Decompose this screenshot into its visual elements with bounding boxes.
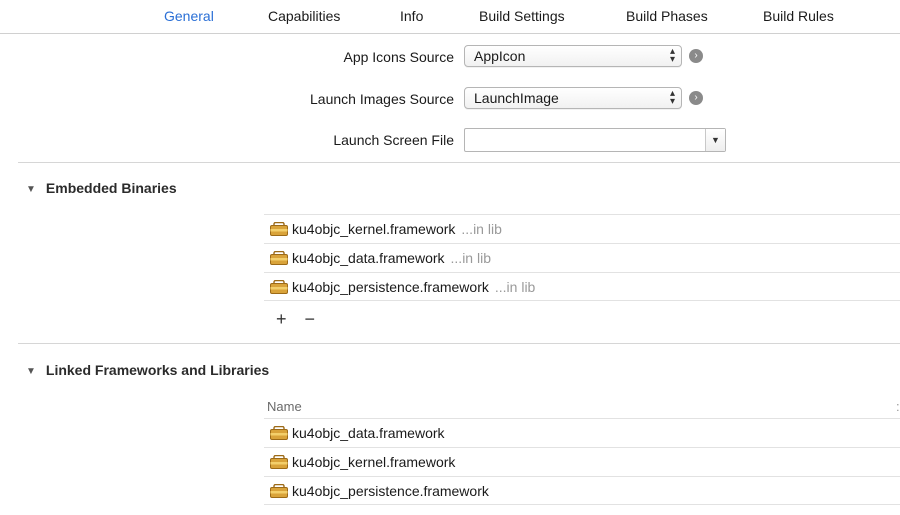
- toolbox-icon: [270, 484, 288, 498]
- list-item[interactable]: ku4objc_kernel.framework: [264, 447, 900, 476]
- toolbox-icon: [270, 455, 288, 469]
- framework-name: ku4objc_persistence.framework: [292, 483, 489, 499]
- stepper-arrows-icon: ▴ ▾: [669, 46, 675, 65]
- list-edit-controls: + −: [276, 309, 333, 330]
- disclosure-triangle-icon[interactable]: ▼: [26, 184, 36, 195]
- framework-name: ku4objc_kernel.framework: [292, 454, 456, 470]
- tab-info[interactable]: Info: [400, 8, 423, 24]
- column-header-name[interactable]: Name :: [264, 396, 900, 417]
- embedded-binaries-header[interactable]: ▼ Embedded Binaries: [26, 180, 177, 196]
- toolbox-icon: [270, 222, 288, 236]
- framework-name: ku4objc_data.framework: [292, 250, 445, 266]
- toolbox-icon: [270, 426, 288, 440]
- divider: [18, 343, 900, 344]
- launch-images-popup[interactable]: LaunchImage ▴ ▾: [464, 87, 682, 109]
- toolbox-icon: [270, 280, 288, 294]
- chevron-down-icon[interactable]: ▼: [705, 129, 725, 151]
- launch-images-row: Launch Images Source LaunchImage ▴ ▾ ›: [0, 87, 900, 111]
- tab-capabilities[interactable]: Capabilities: [268, 8, 340, 24]
- app-icons-popup[interactable]: AppIcon ▴ ▾: [464, 45, 682, 67]
- framework-name: ku4objc_persistence.framework: [292, 279, 489, 295]
- app-icons-label: App Icons Source: [343, 49, 454, 65]
- remove-button[interactable]: −: [305, 309, 316, 330]
- tab-build-rules[interactable]: Build Rules: [763, 8, 834, 24]
- app-icons-value: AppIcon: [474, 48, 526, 64]
- launch-screen-combo[interactable]: ▼: [464, 128, 726, 152]
- column-resize-icon: :: [896, 399, 900, 414]
- list-item[interactable]: ku4objc_persistence.framework ...in lib: [264, 272, 900, 301]
- toolbox-icon: [270, 251, 288, 265]
- framework-name: ku4objc_data.framework: [292, 425, 445, 441]
- column-header-label: Name: [267, 399, 302, 414]
- arrow-right-circle-icon[interactable]: ›: [689, 91, 703, 105]
- stepper-arrows-icon: ▴ ▾: [669, 88, 675, 107]
- list-item[interactable]: ku4objc_persistence.framework: [264, 476, 900, 505]
- launch-images-label: Launch Images Source: [310, 91, 454, 107]
- linked-frameworks-header[interactable]: ▼ Linked Frameworks and Libraries: [26, 362, 269, 378]
- list-item[interactable]: ku4objc_data.framework: [264, 418, 900, 447]
- framework-name: ku4objc_kernel.framework: [292, 221, 456, 237]
- launch-images-value: LaunchImage: [474, 90, 559, 106]
- launch-screen-label: Launch Screen File: [333, 132, 454, 148]
- tab-build-phases[interactable]: Build Phases: [626, 8, 708, 24]
- framework-location: ...in lib: [494, 279, 536, 295]
- embedded-binaries-list: ku4objc_kernel.framework ...in lib ku4obj…: [264, 214, 900, 301]
- disclosure-triangle-icon[interactable]: ▼: [26, 366, 36, 377]
- framework-location: ...in lib: [461, 221, 502, 237]
- linked-frameworks-list: ku4objc_data.framework ku4objc_kernel.fr…: [264, 418, 900, 505]
- list-item[interactable]: ku4objc_kernel.framework ...in lib: [264, 214, 900, 243]
- list-item[interactable]: ku4objc_data.framework ...in lib: [264, 243, 900, 272]
- framework-location: ...in lib: [450, 250, 491, 266]
- app-icons-row: App Icons Source AppIcon ▴ ▾ ›: [0, 45, 900, 69]
- add-button[interactable]: +: [276, 309, 287, 330]
- tab-general[interactable]: General: [164, 8, 214, 24]
- linked-frameworks-title: Linked Frameworks and Libraries: [45, 362, 270, 378]
- divider: [18, 162, 900, 163]
- tab-bar: General Capabilities Info Build Settings…: [0, 0, 900, 34]
- embedded-binaries-title: Embedded Binaries: [45, 180, 177, 196]
- tab-build-settings[interactable]: Build Settings: [479, 8, 565, 24]
- launch-screen-row: Launch Screen File ▼: [0, 128, 900, 152]
- arrow-right-circle-icon[interactable]: ›: [689, 49, 703, 63]
